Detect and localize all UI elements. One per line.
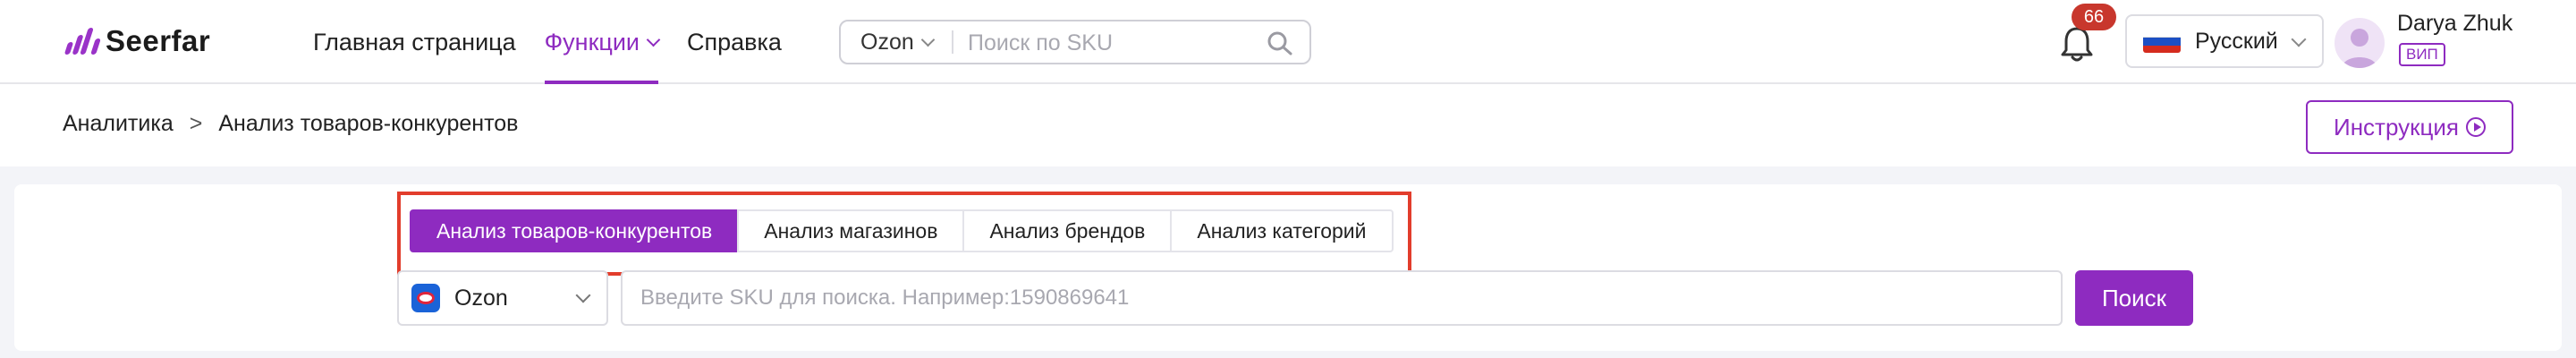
- user-icon: [2342, 29, 2377, 68]
- breadcrumb: Аналитика > Анализ товаров-конкурентов: [63, 111, 518, 137]
- language-select[interactable]: Русский: [2125, 14, 2324, 68]
- nav-item-label: Функции: [544, 28, 640, 55]
- sku-input[interactable]: [621, 270, 2063, 326]
- ozon-icon: [411, 284, 440, 312]
- tab-stores[interactable]: Анализ магазинов: [737, 209, 965, 252]
- vip-badge: ВИП: [2399, 43, 2445, 66]
- breadcrumb-bar: Аналитика > Анализ товаров-конкурентов И…: [0, 84, 2576, 166]
- language-label: Русский: [2195, 28, 2278, 54]
- nav-item-functions[interactable]: Функции: [544, 0, 661, 84]
- nav-item-home[interactable]: Главная страница: [313, 0, 516, 84]
- chevron-down-icon: [920, 32, 936, 47]
- tab-categories[interactable]: Анализ категорий: [1170, 209, 1394, 252]
- russia-flag-icon: [2143, 30, 2181, 53]
- nav-item-label: Главная страница: [313, 28, 516, 55]
- main-nav: Главная страница Функции Справка: [313, 0, 810, 84]
- header-search: Ozon: [839, 20, 1311, 64]
- analysis-tabs: Анализ товаров-конкурентов Анализ магази…: [410, 209, 1394, 252]
- platform-select[interactable]: Ozon: [397, 270, 608, 326]
- search-icon[interactable]: [1267, 30, 1293, 55]
- divider: [952, 30, 953, 54]
- chevron-down-icon: [646, 32, 661, 47]
- breadcrumb-item-current: Анализ товаров-конкурентов: [218, 111, 519, 136]
- header-platform-select[interactable]: Ozon: [860, 21, 936, 63]
- search-button[interactable]: Поиск: [2075, 270, 2193, 326]
- tab-brands[interactable]: Анализ брендов: [962, 209, 1173, 252]
- platform-label: Ozon: [860, 29, 914, 55]
- instruction-button[interactable]: Инструкция: [2306, 100, 2513, 154]
- platform-label: Ozon: [454, 285, 508, 311]
- nav-item-help[interactable]: Справка: [687, 0, 782, 84]
- sku-search-input[interactable]: [966, 25, 1256, 61]
- analysis-card: Анализ товаров-конкурентов Анализ магази…: [14, 184, 2562, 351]
- nav-item-label: Справка: [687, 28, 782, 55]
- notification-count-badge: 66: [2072, 4, 2116, 30]
- breadcrumb-item-analytics[interactable]: Аналитика: [63, 111, 174, 137]
- logo-icon: [64, 28, 101, 55]
- seerfar-logo[interactable]: Seerfar: [64, 23, 211, 59]
- avatar[interactable]: [2334, 18, 2385, 68]
- chevron-down-icon: [2291, 31, 2307, 47]
- breadcrumb-separator: >: [189, 111, 203, 136]
- instruction-label: Инструкция: [2334, 113, 2459, 141]
- logo-text: Seerfar: [106, 24, 211, 57]
- tab-competitor-products[interactable]: Анализ товаров-конкурентов: [410, 209, 740, 252]
- play-circle-icon: [2466, 117, 2486, 137]
- chevron-down-icon: [575, 287, 591, 303]
- top-navbar: Seerfar Главная страница Функции Справка…: [0, 0, 2576, 84]
- user-name[interactable]: Darya Zhuk: [2397, 11, 2512, 37]
